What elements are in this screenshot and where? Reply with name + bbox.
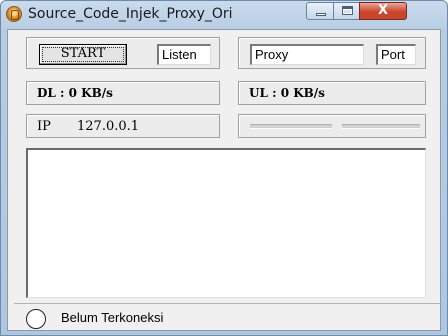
maximize-icon — [342, 6, 353, 15]
proxy-panel: Proxy Port — [238, 37, 426, 69]
ip-label: IP — [37, 119, 51, 134]
traffic-bars-panel — [238, 114, 426, 138]
close-button[interactable]: X — [359, 2, 407, 20]
main-window: Source_Code_Injek_Proxy_Ori X START List… — [0, 0, 448, 336]
log-textarea[interactable] — [26, 148, 426, 298]
client-area: START Listen Proxy Port DL : 0 KB/s UL :… — [7, 29, 442, 331]
ip-value: 127.0.0.1 — [77, 119, 140, 134]
download-speed-label: DL : 0 KB/s — [37, 86, 113, 100]
status-divider — [14, 303, 442, 304]
download-progress-bar — [250, 124, 332, 129]
upload-progress-bar — [342, 124, 420, 129]
close-icon: X — [377, 3, 389, 18]
start-button[interactable]: START — [39, 44, 127, 65]
connection-status-text: Belum Terkoneksi — [61, 310, 164, 325]
proxy-field[interactable]: Proxy — [250, 44, 364, 65]
ip-panel: IP 127.0.0.1 — [26, 114, 220, 138]
start-panel: START Listen — [26, 37, 220, 69]
listen-port-field[interactable]: Listen — [157, 44, 211, 65]
window-title: Source_Code_Injek_Proxy_Ori — [28, 6, 233, 22]
title-bar[interactable]: Source_Code_Injek_Proxy_Ori X — [1, 1, 447, 27]
maximize-button[interactable] — [333, 2, 360, 20]
minimize-icon — [316, 13, 326, 16]
port-field[interactable]: Port — [376, 44, 416, 65]
app-icon[interactable] — [6, 6, 22, 22]
minimize-button[interactable] — [306, 2, 334, 20]
download-speed-panel: DL : 0 KB/s — [26, 81, 220, 105]
upload-speed-panel: UL : 0 KB/s — [238, 81, 426, 105]
status-indicator-icon — [26, 309, 46, 329]
upload-speed-label: UL : 0 KB/s — [249, 86, 325, 100]
